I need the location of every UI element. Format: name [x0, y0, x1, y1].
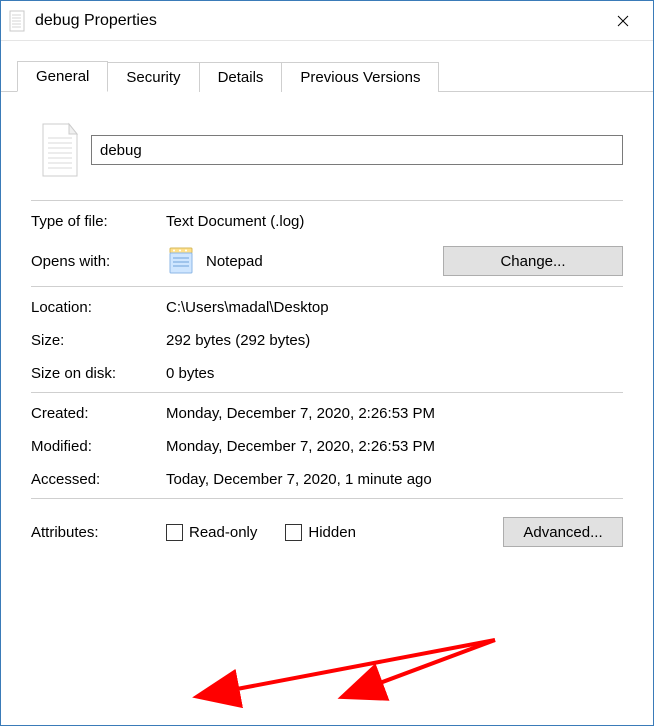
accessed-value: Today, December 7, 2020, 1 minute ago	[166, 471, 623, 488]
created-value: Monday, December 7, 2020, 2:26:53 PM	[166, 405, 623, 422]
modified-value: Monday, December 7, 2020, 2:26:53 PM	[166, 438, 623, 455]
accessed-row: Accessed: Today, December 7, 2020, 1 min…	[31, 463, 623, 496]
size-on-disk-label: Size on disk:	[31, 365, 166, 382]
separator	[31, 498, 623, 499]
location-label: Location:	[31, 299, 166, 316]
filename-row	[31, 104, 623, 198]
size-row: Size: 292 bytes (292 bytes)	[31, 324, 623, 357]
separator	[31, 392, 623, 393]
hidden-checkbox[interactable]	[285, 524, 302, 541]
readonly-label: Read-only	[189, 524, 257, 541]
window-title: debug Properties	[35, 12, 601, 30]
change-button[interactable]: Change...	[443, 246, 623, 276]
created-label: Created:	[31, 405, 166, 422]
tab-previous-versions[interactable]: Previous Versions	[282, 62, 439, 92]
document-icon	[9, 10, 27, 32]
filename-input[interactable]	[91, 135, 623, 165]
close-button[interactable]	[601, 6, 645, 36]
modified-label: Modified:	[31, 438, 166, 455]
opens-with-value-wrap: Notepad Change...	[166, 246, 623, 276]
location-value: C:\Users\madal\Desktop	[166, 299, 623, 316]
separator	[31, 286, 623, 287]
type-of-file-row: Type of file: Text Document (.log)	[31, 205, 623, 238]
size-on-disk-row: Size on disk: 0 bytes	[31, 357, 623, 390]
type-of-file-value: Text Document (.log)	[166, 213, 623, 230]
opens-with-label: Opens with:	[31, 253, 166, 270]
tab-details[interactable]: Details	[200, 62, 283, 92]
separator	[31, 200, 623, 201]
document-large-icon	[37, 122, 83, 178]
opens-with-app: Notepad	[206, 253, 263, 270]
created-row: Created: Monday, December 7, 2020, 2:26:…	[31, 397, 623, 430]
attributes-row: Attributes: Read-only Hidden Advanced...	[31, 503, 623, 555]
size-on-disk-value: 0 bytes	[166, 365, 623, 382]
location-row: Location: C:\Users\madal\Desktop	[31, 291, 623, 324]
modified-row: Modified: Monday, December 7, 2020, 2:26…	[31, 430, 623, 463]
attributes-label: Attributes:	[31, 524, 166, 541]
tab-general[interactable]: General	[17, 61, 108, 92]
advanced-button[interactable]: Advanced...	[503, 517, 623, 547]
title-bar: debug Properties	[1, 1, 653, 41]
attributes-values: Read-only Hidden Advanced...	[166, 517, 623, 547]
properties-window: debug Properties General Security Detail…	[0, 0, 654, 726]
readonly-checkbox[interactable]	[166, 524, 183, 541]
size-label: Size:	[31, 332, 166, 349]
tab-content: Type of file: Text Document (.log) Opens…	[1, 92, 653, 725]
hidden-label: Hidden	[308, 524, 356, 541]
type-of-file-label: Type of file:	[31, 213, 166, 230]
tab-strip: General Security Details Previous Versio…	[1, 41, 653, 92]
size-value: 292 bytes (292 bytes)	[166, 332, 623, 349]
notepad-icon	[166, 246, 196, 276]
accessed-label: Accessed:	[31, 471, 166, 488]
tab-security[interactable]: Security	[108, 62, 199, 92]
opens-with-row: Opens with: Notepad Chan	[31, 238, 623, 284]
